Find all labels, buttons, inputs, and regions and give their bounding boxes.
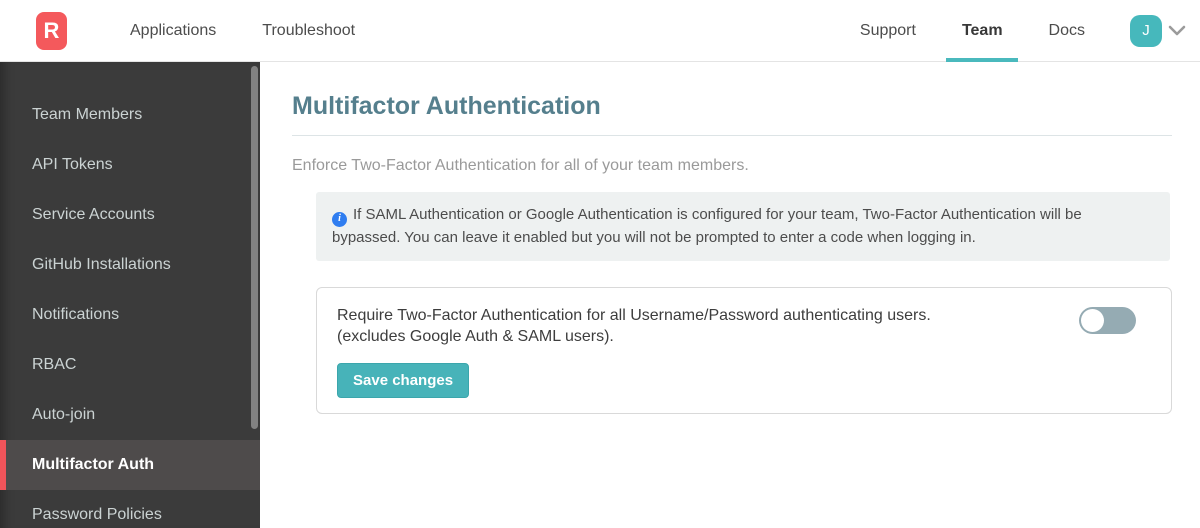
page-description: Enforce Two-Factor Authentication for al… xyxy=(292,157,749,174)
two-factor-toggle[interactable] xyxy=(1079,306,1136,334)
save-changes-button[interactable]: Save changes xyxy=(337,362,470,398)
avatar[interactable]: J xyxy=(1130,14,1162,47)
nav-item-troubleshoot[interactable]: Troubleshoot xyxy=(239,0,378,61)
two-factor-setting-card: Require Two-Factor Authentication for al… xyxy=(316,286,1172,414)
secondary-nav: Support Team Docs J xyxy=(837,0,1200,61)
sidebar-scrollbar-thumb[interactable] xyxy=(251,66,258,429)
info-banner: i If SAML Authentication or Google Authen… xyxy=(316,192,1170,261)
setting-label-line2: (excludes Google Auth & SAML users). xyxy=(337,327,614,345)
nav-item-docs[interactable]: Docs xyxy=(1026,0,1108,61)
nav-item-applications[interactable]: Applications xyxy=(107,0,239,61)
sidebar-item-multifactor-auth[interactable]: Multifactor Auth xyxy=(0,440,260,490)
title-divider xyxy=(292,135,1172,136)
sidebar-item-github-installations[interactable]: GitHub Installations xyxy=(0,240,260,290)
main-content: Multifactor Authentication Enforce Two-F… xyxy=(260,62,1200,528)
chevron-down-icon[interactable] xyxy=(1168,25,1186,37)
sidebar-item-notifications[interactable]: Notifications xyxy=(0,290,260,340)
page-title: Multifactor Authentication xyxy=(292,92,601,120)
info-icon: i xyxy=(332,211,347,227)
settings-sidebar: Team Members API Tokens Service Accounts… xyxy=(0,62,260,528)
info-banner-text: If SAML Authentication or Google Authent… xyxy=(332,206,1082,246)
top-navbar: R Applications Troubleshoot Support Team… xyxy=(0,0,1200,62)
setting-label-line1: Require Two-Factor Authentication for al… xyxy=(337,306,931,324)
sidebar-item-rbac[interactable]: RBAC xyxy=(0,340,260,390)
primary-nav: Applications Troubleshoot xyxy=(107,0,378,61)
sidebar-item-api-tokens[interactable]: API Tokens xyxy=(0,140,260,190)
sidebar-item-team-members[interactable]: Team Members xyxy=(0,90,260,140)
nav-item-team[interactable]: Team xyxy=(939,0,1026,61)
nav-item-support[interactable]: Support xyxy=(837,0,939,61)
app-logo[interactable]: R xyxy=(36,11,67,50)
sidebar-item-service-accounts[interactable]: Service Accounts xyxy=(0,190,260,240)
sidebar-item-password-policies[interactable]: Password Policies xyxy=(0,490,260,528)
sidebar-item-auto-join[interactable]: Auto-join xyxy=(0,390,260,440)
toggle-knob xyxy=(1081,308,1104,332)
